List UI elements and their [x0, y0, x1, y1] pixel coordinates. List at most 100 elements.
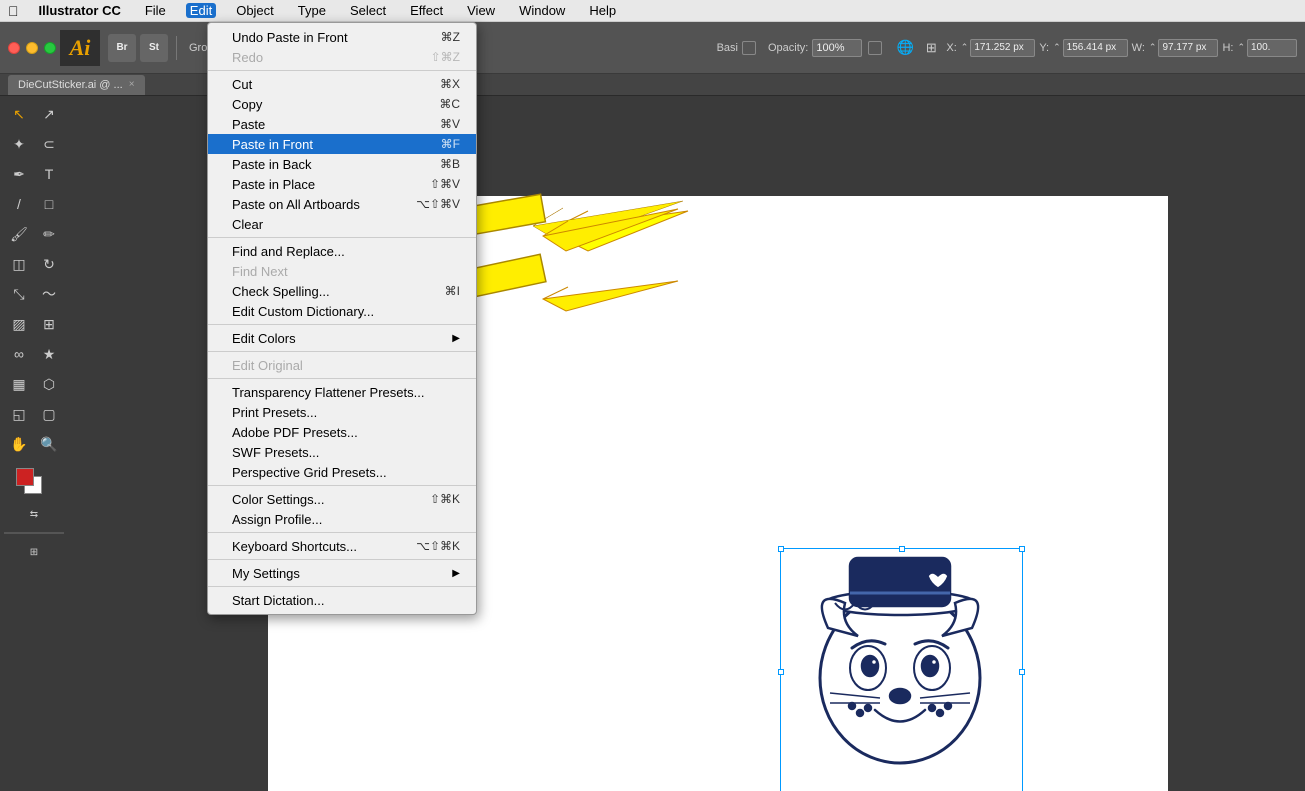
file-menu[interactable]: File — [141, 3, 170, 18]
column-graph-tool[interactable]: ▦ — [5, 370, 33, 398]
color-swatches[interactable] — [16, 468, 52, 496]
menu-item-copy[interactable]: Copy ⌘C — [208, 94, 476, 114]
warp-tool[interactable]: 〜 — [35, 280, 63, 308]
minimize-button[interactable] — [26, 42, 38, 54]
document-tab[interactable]: DieCutSticker.ai @ ... × — [8, 75, 145, 95]
menu-item-redo[interactable]: Redo ⇧⌘Z — [208, 47, 476, 67]
pen-tool[interactable]: ✒ — [5, 160, 33, 188]
menu-item-label: Print Presets... — [232, 405, 444, 420]
scale-tool[interactable]: ⤡ — [5, 280, 33, 308]
menu-item-paste-in-place[interactable]: Paste in Place ⇧⌘V — [208, 174, 476, 194]
menu-item-label: Perspective Grid Presets... — [232, 465, 444, 480]
menu-item-label: Edit Colors — [232, 331, 452, 346]
tab-close-button[interactable]: × — [129, 79, 135, 90]
blend-tool[interactable]: ∞ — [5, 340, 33, 368]
close-button[interactable] — [8, 42, 20, 54]
perspective-grid-tool[interactable]: ◱ — [5, 400, 33, 428]
help-menu[interactable]: Help — [585, 3, 620, 18]
paint-brush-tool[interactable]: 🖌 — [5, 220, 33, 248]
menu-item-my-settings[interactable]: My Settings ▶ — [208, 563, 476, 583]
type-menu[interactable]: Type — [294, 3, 330, 18]
bridge-button[interactable]: Br — [108, 34, 136, 62]
mac-menu-bar:  Illustrator CC File Edit Object Type S… — [0, 0, 1305, 22]
hand-tool[interactable]: ✋ — [5, 430, 33, 458]
artboard-tool[interactable]: ▢ — [35, 400, 63, 428]
symbol-tool[interactable]: ★ — [35, 340, 63, 368]
menu-item-shortcut: ⌘V — [440, 117, 460, 131]
shape-tool[interactable]: □ — [35, 190, 63, 218]
eraser-tool[interactable]: ◫ — [5, 250, 33, 278]
menu-item-clear[interactable]: Clear — [208, 214, 476, 234]
menu-item-edit-dict[interactable]: Edit Custom Dictionary... — [208, 301, 476, 321]
menu-item-paste-in-back[interactable]: Paste in Back ⌘B — [208, 154, 476, 174]
pencil-tool[interactable]: ✏ — [35, 220, 63, 248]
object-menu[interactable]: Object — [232, 3, 278, 18]
gradient-tool[interactable]: ▨ — [5, 310, 33, 338]
select-menu[interactable]: Select — [346, 3, 390, 18]
menu-item-paste[interactable]: Paste ⌘V — [208, 114, 476, 134]
apple-menu[interactable]:  — [8, 3, 19, 19]
opacity-dropdown[interactable] — [868, 41, 882, 55]
menu-item-perspective[interactable]: Perspective Grid Presets... — [208, 462, 476, 482]
menu-item-start-dictation[interactable]: Start Dictation... — [208, 590, 476, 610]
line-tool-row: / □ — [5, 190, 63, 218]
menu-item-undo-paste-front[interactable]: Undo Paste in Front ⌘Z — [208, 27, 476, 47]
menu-item-paste-in-front[interactable]: Paste in Front ⌘F — [208, 134, 476, 154]
menu-item-print-presets[interactable]: Print Presets... — [208, 402, 476, 422]
app-toolbar: Ai Br St Group ? ▷ Basi Opacity: 100% 🌐 … — [0, 22, 1305, 74]
menu-item-paste-on-all[interactable]: Paste on All Artboards ⌥⇧⌘V — [208, 194, 476, 214]
menu-item-label: Paste on All Artboards — [232, 197, 400, 212]
menu-item-label: Paste in Front — [232, 137, 425, 152]
magic-wand-tool[interactable]: ✦ — [5, 130, 33, 158]
menu-item-transparency-flat[interactable]: Transparency Flattener Presets... — [208, 382, 476, 402]
opacity-label: Opacity: — [768, 42, 808, 54]
view-menu[interactable]: View — [463, 3, 499, 18]
x-label: X: — [946, 42, 956, 54]
menu-item-cut[interactable]: Cut ⌘X — [208, 74, 476, 94]
edit-menu[interactable]: Edit — [186, 3, 216, 18]
zoom-tool[interactable]: 🔍 — [35, 430, 63, 458]
menu-item-color-settings[interactable]: Color Settings... ⇧⌘K — [208, 489, 476, 509]
rotate-tool[interactable]: ↻ — [35, 250, 63, 278]
libraries-button[interactable]: St — [140, 34, 168, 62]
magic-wand-row: ✦ ⊂ — [5, 130, 63, 158]
menu-item-swf-presets[interactable]: SWF Presets... — [208, 442, 476, 462]
h-input[interactable]: 100. — [1247, 39, 1297, 57]
align-icon[interactable]: ⊞ — [920, 37, 942, 59]
mesh-tool[interactable]: ⊞ — [35, 310, 63, 338]
menu-item-adobe-pdf[interactable]: Adobe PDF Presets... — [208, 422, 476, 442]
lasso-tool[interactable]: ⊂ — [35, 130, 63, 158]
window-menu[interactable]: Window — [515, 3, 569, 18]
pen-tool-row: ✒ T — [5, 160, 63, 188]
menu-item-shortcut: ⇧⌘V — [430, 177, 460, 191]
type-tool[interactable]: T — [35, 160, 63, 188]
ai-logo: Ai — [60, 30, 100, 66]
menu-item-find-replace[interactable]: Find and Replace... — [208, 241, 476, 261]
effect-menu[interactable]: Effect — [406, 3, 447, 18]
y-input[interactable]: 156.414 px — [1063, 39, 1128, 57]
line-tool[interactable]: / — [5, 190, 33, 218]
selection-tool[interactable]: ↖ — [5, 100, 33, 128]
menu-item-check-spelling[interactable]: Check Spelling... ⌘I — [208, 281, 476, 301]
opacity-input[interactable]: 100% — [812, 39, 862, 57]
globe-icon[interactable]: 🌐 — [894, 37, 916, 59]
menu-item-find-next[interactable]: Find Next — [208, 261, 476, 281]
screen-mode-button[interactable]: ⊞ — [20, 538, 48, 566]
fullscreen-button[interactable] — [44, 42, 56, 54]
menu-item-edit-original[interactable]: Edit Original — [208, 355, 476, 375]
menu-item-keyboard-shortcuts[interactable]: Keyboard Shortcuts... ⌥⇧⌘K — [208, 536, 476, 556]
menu-item-label: Start Dictation... — [232, 593, 444, 608]
w-input[interactable]: 97.177 px — [1158, 39, 1218, 57]
menu-item-shortcut: ⌥⇧⌘V — [416, 197, 460, 211]
menu-item-edit-colors[interactable]: Edit Colors ▶ — [208, 328, 476, 348]
menu-item-shortcut: ⇧⌘Z — [431, 50, 460, 64]
menu-item-assign-profile[interactable]: Assign Profile... — [208, 509, 476, 529]
x-input[interactable]: 171.252 px — [970, 39, 1035, 57]
app-name-menu[interactable]: Illustrator CC — [35, 3, 125, 18]
menu-item-label: My Settings — [232, 566, 452, 581]
mode-dropdown[interactable] — [742, 41, 756, 55]
swap-fill-stroke[interactable]: ⇆ — [20, 500, 48, 528]
menu-item-label: Copy — [232, 97, 423, 112]
slice-tool[interactable]: ⬡ — [35, 370, 63, 398]
direct-selection-tool[interactable]: ↗ — [35, 100, 63, 128]
